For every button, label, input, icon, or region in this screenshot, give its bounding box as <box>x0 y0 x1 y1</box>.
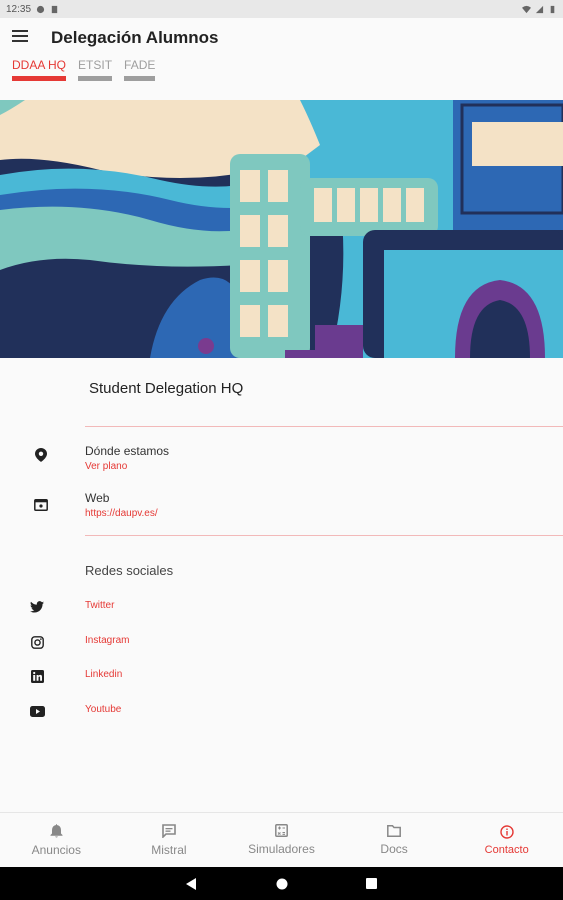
web-label: Web <box>85 491 110 505</box>
nav-label: Simuladores <box>248 842 315 856</box>
sd-card-icon <box>51 5 58 13</box>
social-item-twitter[interactable]: Twitter <box>0 597 563 617</box>
signal-icon <box>535 5 544 13</box>
status-time: 12:35 <box>6 3 32 15</box>
tab-label: ETSIT <box>78 58 113 72</box>
calculator-icon <box>275 824 288 837</box>
nav-anuncios[interactable]: Anuncios <box>0 813 113 867</box>
social-link-label: Instagram <box>85 635 130 646</box>
sync-icon <box>36 5 45 13</box>
nav-simuladores[interactable]: Simuladores <box>225 813 338 867</box>
location-row[interactable]: Dónde estamos Ver plano <box>0 442 563 478</box>
tab-label: FADE <box>124 58 156 72</box>
chat-icon <box>162 823 176 838</box>
recents-icon[interactable] <box>366 878 377 889</box>
nav-label: Anuncios <box>31 842 81 857</box>
divider <box>85 535 563 536</box>
tab-indicator <box>124 76 156 81</box>
tab-etsit[interactable]: ETSIT <box>78 58 113 81</box>
social-heading: Redes sociales <box>85 563 174 578</box>
home-icon[interactable] <box>276 878 288 890</box>
tab-ddaa-hq[interactable]: DDAA HQ <box>12 58 67 81</box>
see-map-link[interactable]: Ver plano <box>85 461 127 472</box>
social-item-instagram[interactable]: Instagram <box>0 632 563 652</box>
nav-label: Contacto <box>484 843 529 856</box>
location-pin-icon <box>32 446 50 464</box>
web-link[interactable]: https://daupv.es/ <box>85 508 158 519</box>
social-link-label: Twitter <box>85 600 115 611</box>
tab-indicator <box>78 76 113 81</box>
youtube-icon <box>28 702 46 720</box>
social-link-label: Youtube <box>85 704 122 715</box>
tab-indicator <box>12 76 67 81</box>
social-item-linkedin[interactable]: Linkedin <box>0 666 563 686</box>
app-title: Delegación Alumnos <box>51 28 219 47</box>
instagram-icon <box>28 633 46 651</box>
bottom-navigation: Anuncios Mistral Simuladores Docs Contac… <box>0 812 563 867</box>
nav-label: Docs <box>380 841 408 856</box>
wifi-icon <box>522 5 531 13</box>
back-icon[interactable] <box>186 877 198 890</box>
place-title: Student Delegation HQ <box>89 380 244 397</box>
nav-contacto[interactable]: Contacto <box>450 813 563 867</box>
battery-icon <box>550 5 555 13</box>
folder-icon <box>387 824 402 837</box>
info-icon <box>499 824 514 839</box>
browser-window-icon <box>32 496 50 514</box>
web-row[interactable]: Web https://daupv.es/ <box>0 489 563 525</box>
header-illustration <box>0 100 563 358</box>
divider <box>85 426 563 427</box>
tab-fade[interactable]: FADE <box>124 58 156 81</box>
twitter-icon <box>28 598 46 616</box>
nav-label: Mistral <box>151 842 187 857</box>
linkedin-icon <box>28 667 46 685</box>
social-link-label: Linkedin <box>85 669 123 680</box>
status-bar: 12:35 <box>0 0 563 18</box>
location-label: Dónde estamos <box>85 444 170 458</box>
system-navigation-bar <box>0 867 563 900</box>
menu-icon[interactable] <box>12 30 28 44</box>
app-bar: Delegación Alumnos DDAA HQ ETSIT FADE <box>0 18 563 100</box>
nav-docs[interactable]: Docs <box>338 813 451 867</box>
tab-label: DDAA HQ <box>12 58 67 72</box>
bell-icon <box>50 823 63 837</box>
social-item-youtube[interactable]: Youtube <box>0 701 563 721</box>
tab-bar: DDAA HQ ETSIT FADE <box>12 58 156 81</box>
nav-mistral[interactable]: Mistral <box>113 813 226 867</box>
